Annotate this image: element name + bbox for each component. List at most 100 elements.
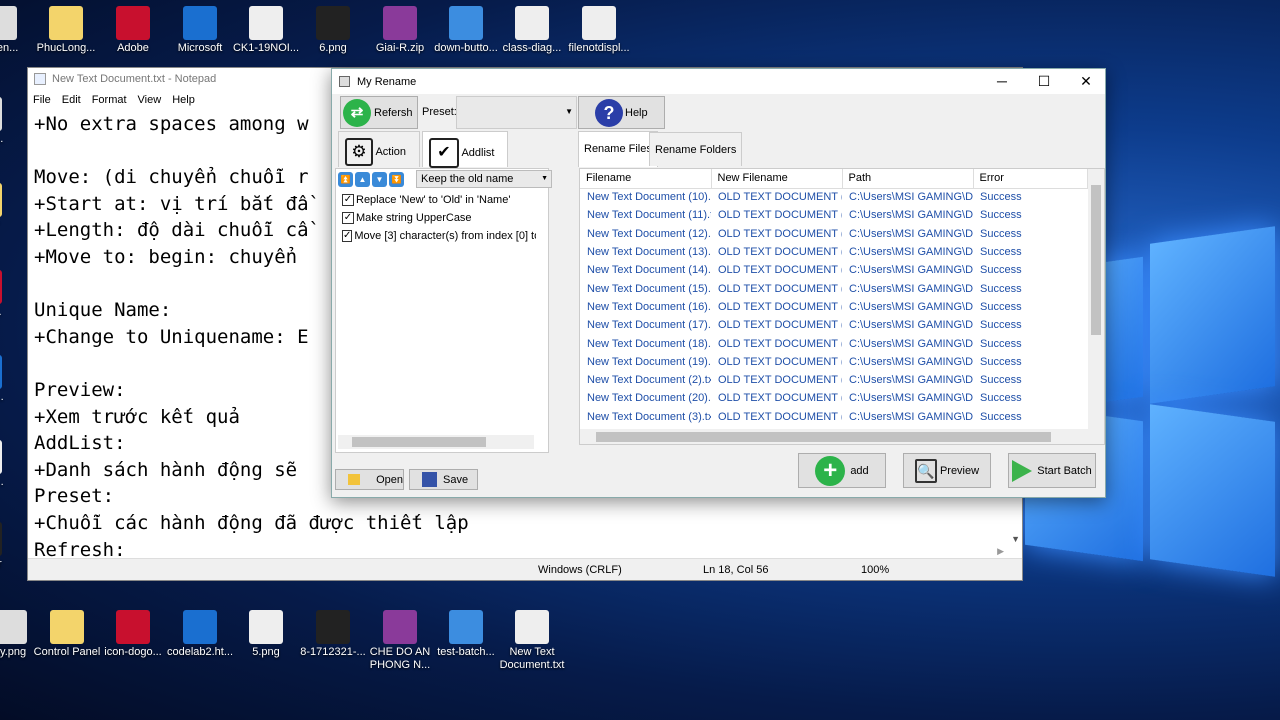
checkbox-icon[interactable]: ✓ [342,230,353,242]
notepad-icon [34,73,46,85]
table-cell: C:\Users\MSI GAMING\De [849,374,973,387]
table-cell: Success [980,209,1022,222]
desktop_top-icon-label: 6.png [319,42,347,54]
table-row[interactable]: New Text Document (13).t OLD TEXT DOCUMEN… [580,243,1088,261]
refresh-button[interactable]: ⇄ Refersh [340,96,418,129]
desktop_top-icon-item[interactable]: PhucLong... [31,6,101,55]
notepad-scroll-right-icon[interactable]: ▶ [997,546,1004,557]
notepad-title: New Text Document.txt - Notepad [52,73,217,85]
move-bottom-icon[interactable]: ⏬ [389,172,404,187]
file-icon [0,355,2,389]
table-row[interactable]: New Text Document (2).txt OLD TEXT DOCUME… [580,371,1088,389]
desktop_bottom-icon-item[interactable]: icon-dogo... [98,610,168,659]
desktop_bottom-icon-item[interactable]: 8-1712321-... [298,610,368,659]
action-list-hscroll[interactable] [338,435,534,449]
my-rename-window[interactable]: My Rename ─ ☐ ✕ ⇄ Refersh Preset: ▼ ? He… [331,68,1106,498]
file-table-vscroll[interactable] [1088,169,1104,429]
start-batch-button[interactable]: Start Batch [1008,453,1096,488]
help-icon: ? [595,98,623,127]
app-icon [339,76,350,87]
close-icon[interactable]: ✕ [1065,69,1107,94]
add-button[interactable]: + add [798,453,886,488]
desktop_top-icon-item[interactable]: class-diag... [497,6,567,55]
desktop_bottom-icon-item[interactable]: CHE DO AN PHONG N... [365,610,435,672]
col-filename[interactable]: Filename [580,169,712,189]
help-button[interactable]: ? Help [578,96,665,129]
desktop_top-icon-item[interactable]: CK1-19NOI... [231,6,301,55]
checkbox-icon[interactable]: ✓ [342,194,354,206]
notepad-scroll-down-icon[interactable]: ▼ [1011,534,1020,544]
checkbox-icon[interactable]: ✓ [342,212,354,224]
desktop_left-icon-label: ar-ico... [0,133,4,145]
tab-addlist[interactable]: ✔ Addlist [422,131,508,168]
minimize-icon[interactable]: ─ [981,69,1023,94]
table-cell: New Text Document (12).t [587,227,711,240]
desktop_top-icon-item[interactable]: Giai-R.zip [365,6,435,55]
preset-select[interactable]: ▼ [456,96,577,129]
table-cell: OLD TEXT DOCUMENT (3) [718,410,842,423]
desktop_top-icon-item[interactable]: amen... [0,6,35,55]
move-down-icon[interactable]: ▼ [372,172,387,187]
action-item[interactable]: ✓ Make string UpperCase [336,209,536,227]
desktop_top-icon-item[interactable]: down-butto... [431,6,501,55]
table-cell: New Text Document (15).t [587,282,711,295]
mode-select[interactable]: Keep the old name ▼ [416,170,552,188]
tab-rename-files[interactable]: Rename Files [578,131,658,167]
menu-format[interactable]: Format [92,94,127,106]
desktop_top-icon-item[interactable]: Adobe [98,6,168,55]
table-row[interactable]: New Text Document (16).t OLD TEXT DOCUMEN… [580,298,1088,316]
maximize-icon[interactable]: ☐ [1023,69,1065,94]
desktop_bottom-icon-item[interactable]: codelab2.ht... [165,610,235,659]
table-row[interactable]: New Text Document (19).t OLD TEXT DOCUMEN… [580,353,1088,371]
help-label: Help [625,106,648,119]
table-row[interactable]: New Text Document (17).t OLD TEXT DOCUMEN… [580,316,1088,334]
desktop_bottom-icon-item[interactable]: New Text Document.txt [497,610,567,672]
col-error[interactable]: Error [973,169,1088,189]
table-row[interactable]: New Text Document (3).txt OLD TEXT DOCUME… [580,408,1088,426]
desktop_top-icon-label: CK1-19NOI... [232,42,300,54]
menu-edit[interactable]: Edit [62,94,81,106]
move-up-icon[interactable]: ▲ [355,172,370,187]
desktop_bottom-icon-item[interactable]: Control Panel [32,610,102,659]
table-row[interactable]: New Text Document (14).t OLD TEXT DOCUMEN… [580,261,1088,279]
table-row[interactable]: New Text Document (15).t OLD TEXT DOCUMEN… [580,279,1088,297]
table-row[interactable]: New Text Document (11).t OLD TEXT DOCUMEN… [580,206,1088,224]
file-icon [249,610,283,644]
table-cell: Success [980,282,1022,295]
desktop_left-icon-item[interactable]: 2321-... [0,355,15,404]
desktop_bottom-icon-item[interactable]: test-batch... [431,610,501,659]
menu-help[interactable]: Help [172,94,195,106]
tab-rename-folders[interactable]: Rename Folders [649,132,743,166]
col-new-filename[interactable]: New Filename [711,169,843,189]
tab-action[interactable]: ⚙ Action [338,131,420,167]
action-item[interactable]: ✓ Replace 'New' to 'Old' in 'Name' [336,191,536,209]
chevron-down-icon: ▼ [541,175,548,182]
col-path[interactable]: Path [842,169,974,189]
table-row[interactable]: New Text Document (10).t OLD TEXT DOCUMEN… [580,188,1088,206]
desktop_left-icon-item[interactable]: 44.rar [0,183,15,232]
menu-view[interactable]: View [138,94,162,106]
file-table-hscroll[interactable] [580,429,1104,444]
desktop_left-icon-item[interactable]: ar-ico... [0,97,15,146]
table-row[interactable]: New Text Document (12).t OLD TEXT DOCUMEN… [580,225,1088,243]
table-cell: C:\Users\MSI GAMING\De [849,246,973,259]
action-label: Move [3] character(s) from index [0] to [354,230,536,242]
action-item[interactable]: ✓ Move [3] character(s) from index [0] to [336,227,536,245]
open-button[interactable]: Open [335,469,404,490]
table-row[interactable]: New Text Document (18).t OLD TEXT DOCUMEN… [580,334,1088,352]
move-top-icon[interactable]: ⏫ [338,172,353,187]
desktop_left-icon-item[interactable]: -icon... [0,270,15,319]
desktop_bottom-icon-item[interactable]: 5.png [231,610,301,659]
save-button[interactable]: Save [409,469,478,490]
preview-button[interactable]: 🔍 Preview [903,453,991,488]
desktop_top-icon-item[interactable]: filenotdispl... [564,6,634,55]
table-cell: New Text Document (18).t [587,337,711,350]
desktop_top-icon-item[interactable]: Microsoft [165,6,235,55]
menu-file[interactable]: File [33,94,51,106]
desktop_left-icon-item[interactable]: Viewer [0,522,15,571]
table-row[interactable]: New Text Document (20).t OLD TEXT DOCUMEN… [580,389,1088,407]
table-cell: New Text Document (17).t [587,319,711,332]
desktop_top-icon-item[interactable]: 6.png [298,6,368,55]
desktop_left-icon-item[interactable]: 2321-... [0,440,15,489]
file-icon [515,610,549,644]
